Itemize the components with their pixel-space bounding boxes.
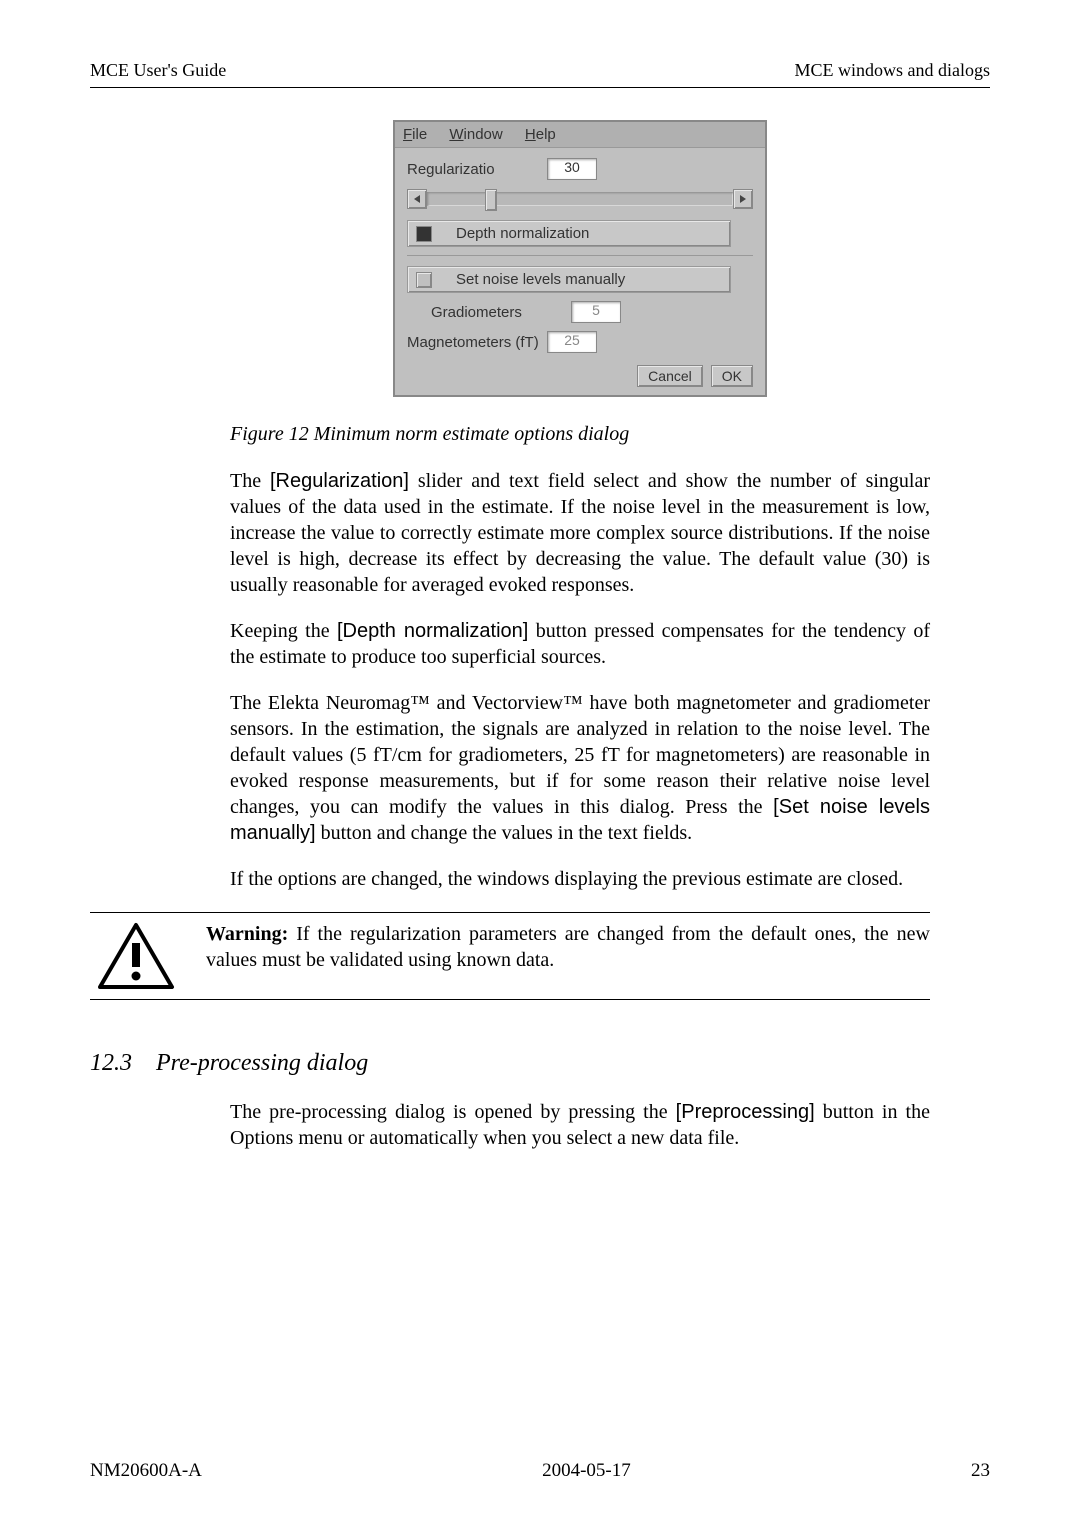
menu-window[interactable]: Window (449, 126, 502, 143)
slider-left-arrow-icon[interactable] (407, 189, 427, 209)
menubar: File Window Help (395, 122, 765, 148)
ok-button[interactable]: OK (711, 365, 753, 387)
slider-thumb[interactable] (485, 189, 497, 211)
running-head-right: MCE windows and dialogs (795, 60, 991, 81)
regularization-slider[interactable] (407, 188, 753, 210)
separator (407, 255, 753, 256)
paragraph-depth-normalization: Keeping the [Depth normalization] button… (230, 618, 930, 670)
slider-track[interactable] (427, 192, 733, 206)
figure-caption: Figure 12 Minimum norm estimate options … (230, 423, 930, 446)
running-head-left: MCE User's Guide (90, 60, 226, 81)
gradiometers-input: 5 (571, 301, 621, 323)
magnetometers-input: 25 (547, 331, 597, 353)
gradiometers-label: Gradiometers (431, 304, 571, 321)
set-noise-levels-label: Set noise levels manually (456, 271, 625, 288)
section-number: 12.3 (90, 1050, 132, 1077)
footer-left: NM20600A-A (90, 1460, 202, 1482)
warning-block: Warning: If the regularization parameter… (90, 912, 930, 1000)
set-noise-levels-checkbox[interactable] (416, 272, 432, 288)
paragraph-regularization: The [Regularization] slider and text fie… (230, 468, 930, 598)
paragraph-options-changed: If the options are changed, the windows … (230, 866, 930, 892)
regularization-label: Regularizatio (407, 161, 547, 178)
paragraph-noise-levels: The Elekta Neuromag™ and Vectorview™ hav… (230, 690, 930, 846)
paragraph-preprocessing: The pre-processing dialog is opened by p… (230, 1099, 930, 1151)
set-noise-levels-toggle[interactable]: Set noise levels manually (407, 266, 731, 293)
mne-options-dialog: File Window Help Regularizatio 30 Depth … (393, 120, 767, 397)
footer-center: 2004-05-17 (542, 1460, 631, 1482)
page-footer: NM20600A-A 2004-05-17 23 (90, 1460, 990, 1482)
depth-normalization-toggle[interactable]: Depth normalization (407, 220, 731, 247)
menu-help[interactable]: Help (525, 126, 556, 143)
cancel-button[interactable]: Cancel (637, 365, 703, 387)
ui-preprocessing-ref: [Preprocessing] (676, 1101, 815, 1123)
magnetometers-label: Magnetometers (fT) (407, 334, 547, 351)
ui-regularization-ref: [Regularization] (270, 470, 409, 492)
ui-depth-normalization-ref: [Depth normalization] (337, 620, 528, 642)
footer-right: 23 (971, 1460, 990, 1482)
section-heading: 12.3 Pre-processing dialog (90, 1050, 930, 1077)
slider-right-arrow-icon[interactable] (733, 189, 753, 209)
depth-normalization-label: Depth normalization (456, 225, 589, 242)
depth-normalization-checkbox[interactable] (416, 226, 432, 242)
menu-file[interactable]: File (403, 126, 427, 143)
section-title: Pre-processing dialog (156, 1050, 368, 1077)
warning-text: Warning: If the regularization parameter… (206, 921, 930, 973)
warning-icon (90, 921, 206, 991)
regularization-input[interactable]: 30 (547, 158, 597, 180)
